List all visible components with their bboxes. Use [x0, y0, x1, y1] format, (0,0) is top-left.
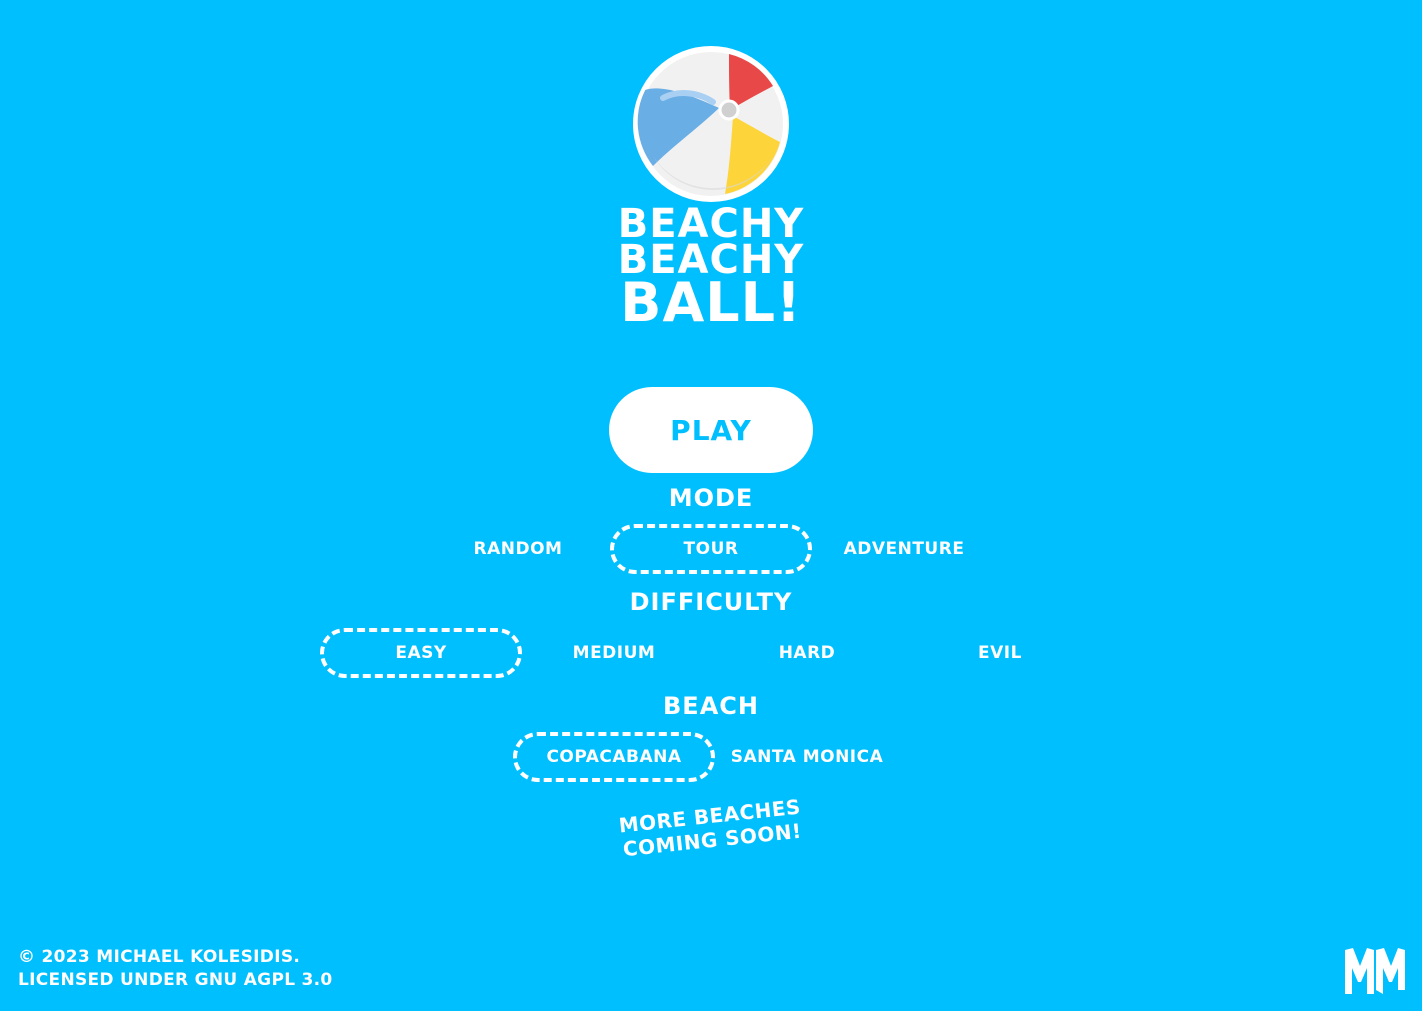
- mode-option-adventure[interactable]: ADVENTURE: [803, 524, 1005, 574]
- footer: © 2023 MICHAEL KOLESIDIS. LICENSED UNDER…: [18, 946, 333, 992]
- difficulty-option-medium[interactable]: MEDIUM: [513, 628, 715, 678]
- play-button[interactable]: PLAY: [609, 387, 813, 473]
- difficulty-title: DIFFICULTY: [629, 588, 793, 616]
- difficulty-option-easy[interactable]: EASY: [320, 628, 522, 678]
- title-line-3: BALL!: [620, 271, 802, 334]
- beach-ball-icon: [633, 46, 789, 202]
- copyright-text: © 2023 MICHAEL KOLESIDIS.: [18, 947, 301, 967]
- license-text: LICENSED UNDER GNU AGPL 3.0: [18, 970, 333, 990]
- beach-option-copacabana[interactable]: COPACABANA: [513, 732, 715, 782]
- mode-option-random[interactable]: RANDOM: [417, 524, 619, 574]
- beach-title: BEACH: [663, 692, 759, 720]
- difficulty-option-hard[interactable]: HARD: [706, 628, 908, 678]
- mode-option-tour[interactable]: TOUR: [610, 524, 812, 574]
- difficulty-option-evil[interactable]: EVIL: [899, 628, 1101, 678]
- mm-logo-icon[interactable]: [1343, 946, 1407, 996]
- more-beaches-note: MORE BEACHES COMING SOON!: [598, 793, 824, 864]
- mode-title: MODE: [668, 484, 754, 512]
- beach-option-santa-monica[interactable]: SANTA MONICA: [706, 732, 908, 782]
